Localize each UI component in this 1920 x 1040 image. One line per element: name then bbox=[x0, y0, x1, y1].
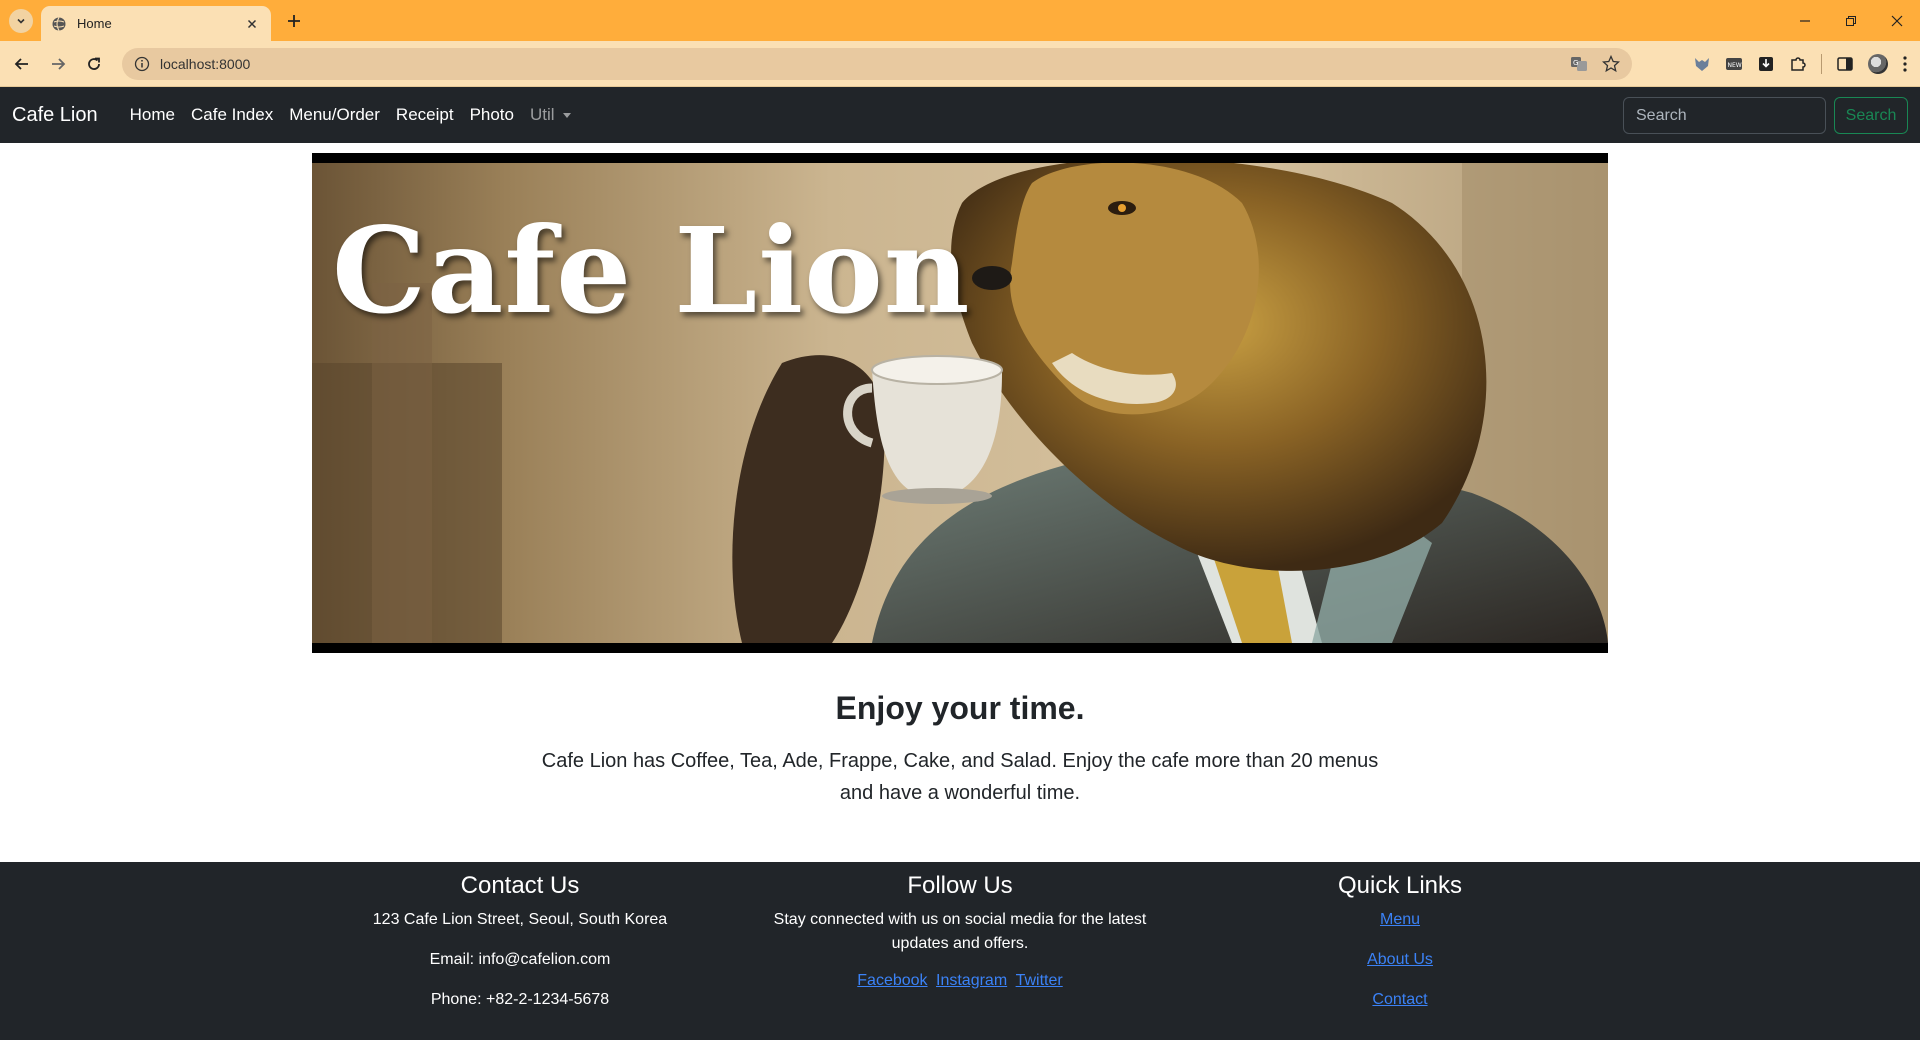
new-extension-icon[interactable]: NEW bbox=[1725, 55, 1743, 73]
hero-banner: Cafe Lion bbox=[312, 153, 1608, 653]
content-heading: Enjoy your time. bbox=[835, 690, 1085, 726]
profile-avatar[interactable] bbox=[1868, 54, 1888, 74]
hero-image: Cafe Lion bbox=[312, 163, 1608, 643]
util-label: Util bbox=[530, 105, 555, 124]
globe-icon bbox=[52, 16, 66, 31]
footer-contact-column: Contact Us 123 Cafe Lion Street, Seoul, … bbox=[300, 872, 740, 1028]
arrow-right-icon bbox=[52, 57, 66, 70]
footer-phone: Phone: +82-2-1234-5678 bbox=[430, 991, 610, 1008]
extensions-area: NEW bbox=[1693, 50, 1908, 78]
footer-quick-links-title: Quick Links bbox=[1337, 872, 1463, 899]
facebook-link[interactable]: Facebook bbox=[857, 972, 927, 989]
info-icon[interactable] bbox=[134, 56, 150, 72]
new-tab-button[interactable] bbox=[282, 9, 306, 33]
quick-link-about-us[interactable]: About Us bbox=[1367, 951, 1433, 968]
hero-title: Cafe Lion bbox=[332, 201, 971, 340]
svg-text:G: G bbox=[1573, 59, 1578, 67]
restore-button[interactable] bbox=[1828, 0, 1874, 41]
svg-text:NEW: NEW bbox=[1728, 62, 1742, 69]
close-icon bbox=[1891, 15, 1903, 26]
nav-link-menu-order[interactable]: Menu/Order bbox=[281, 105, 388, 125]
toolbar-separator bbox=[1821, 54, 1822, 74]
footer-follow-title: Follow Us bbox=[907, 872, 1013, 899]
forward-button[interactable] bbox=[44, 50, 72, 78]
site-footer: Contact Us 123 Cafe Lion Street, Seoul, … bbox=[0, 862, 1920, 1040]
translate-icon[interactable]: G bbox=[1570, 55, 1588, 73]
minimize-icon bbox=[1800, 19, 1810, 22]
url-text[interactable]: localhost:8000 bbox=[160, 56, 1570, 72]
star-icon[interactable] bbox=[1602, 55, 1620, 73]
address-bar[interactable]: localhost:8000 G bbox=[122, 48, 1632, 80]
nav-link-receipt[interactable]: Receipt bbox=[388, 105, 462, 125]
fox-extension-icon[interactable] bbox=[1693, 55, 1711, 73]
side-panel-icon[interactable] bbox=[1836, 55, 1854, 73]
navbar-brand[interactable]: Cafe Lion bbox=[12, 104, 98, 127]
download-extension-icon[interactable] bbox=[1757, 55, 1775, 73]
browser-toolbar: localhost:8000 G NEW bbox=[0, 41, 1920, 87]
close-window-button[interactable] bbox=[1874, 0, 1920, 41]
arrow-left-icon bbox=[14, 57, 28, 70]
footer-address: 123 Cafe Lion Street, Seoul, South Korea bbox=[372, 911, 668, 928]
footer-follow-column: Follow Us Stay connected with us on soci… bbox=[740, 872, 1180, 990]
window-controls bbox=[1782, 0, 1920, 41]
search-input[interactable] bbox=[1623, 97, 1826, 134]
footer-follow-text: Stay connected with us on social media f… bbox=[773, 911, 1147, 952]
footer-contact-title: Contact Us bbox=[460, 872, 580, 899]
site-navbar: Cafe Lion Home Cafe Index Menu/Order Rec… bbox=[0, 87, 1920, 143]
tab-title: Home bbox=[77, 16, 112, 31]
chevron-down-icon bbox=[17, 18, 25, 24]
quick-link-contact[interactable]: Contact bbox=[1372, 991, 1427, 1008]
more-vertical-icon[interactable] bbox=[1902, 55, 1908, 73]
search-button[interactable]: Search bbox=[1834, 97, 1908, 134]
nav-links: Home Cafe Index Menu/Order Receipt Photo… bbox=[122, 105, 579, 125]
browser-tab-bar: Home bbox=[0, 0, 1920, 41]
reload-button[interactable] bbox=[80, 50, 108, 78]
nav-dropdown-util[interactable]: Util bbox=[522, 105, 579, 125]
back-button[interactable] bbox=[8, 50, 36, 78]
nav-link-cafe-index[interactable]: Cafe Index bbox=[183, 105, 281, 125]
puzzle-icon[interactable] bbox=[1789, 55, 1807, 73]
minimize-button[interactable] bbox=[1782, 0, 1828, 41]
reload-icon bbox=[88, 57, 100, 70]
restore-icon bbox=[1846, 15, 1856, 26]
main-content: Enjoy your time. Cafe Lion has Coffee, T… bbox=[0, 690, 1920, 809]
footer-email: Email: info@cafelion.com bbox=[429, 951, 611, 968]
caret-down-icon bbox=[562, 113, 571, 119]
footer-quick-links-column: Quick Links Menu About Us Contact bbox=[1180, 872, 1620, 1028]
plus-icon bbox=[288, 15, 300, 27]
nav-search-form: Search bbox=[1623, 97, 1908, 134]
nav-link-home[interactable]: Home bbox=[122, 105, 183, 125]
social-links: Facebook Instagram Twitter bbox=[740, 972, 1180, 990]
content-description: Cafe Lion has Coffee, Tea, Ade, Frappe, … bbox=[541, 750, 1379, 804]
twitter-link[interactable]: Twitter bbox=[1016, 972, 1063, 989]
close-icon bbox=[247, 19, 257, 28]
browser-tab-home[interactable]: Home bbox=[41, 6, 271, 41]
tab-search-button[interactable] bbox=[9, 9, 33, 33]
nav-link-photo[interactable]: Photo bbox=[462, 105, 522, 125]
close-tab-button[interactable] bbox=[243, 15, 261, 33]
quick-link-menu[interactable]: Menu bbox=[1380, 911, 1420, 928]
instagram-link[interactable]: Instagram bbox=[936, 972, 1007, 989]
